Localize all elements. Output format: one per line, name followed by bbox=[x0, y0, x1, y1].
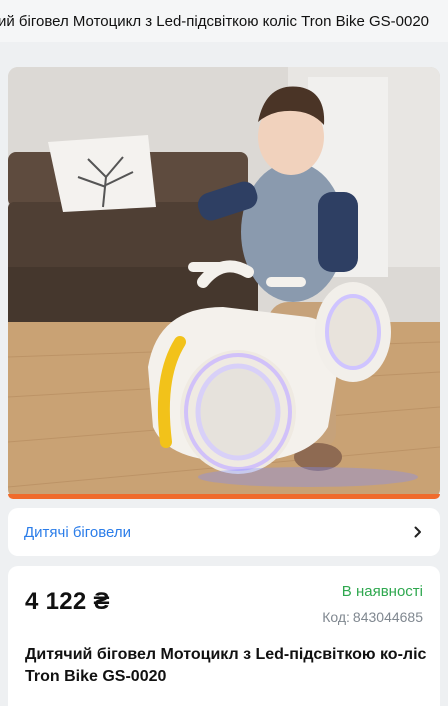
product-image[interactable] bbox=[8, 67, 440, 499]
product-photo-illustration bbox=[8, 67, 440, 499]
header-title-text: ий біговел Мотоцикл з Led-підсвіткою кол… bbox=[0, 12, 430, 30]
product-code-value: 843044685 bbox=[352, 609, 423, 625]
product-info-card: 4 122 ₴ В наявності Код: 843044685 Дитячи… bbox=[8, 566, 440, 706]
product-code-label: Код: bbox=[322, 609, 350, 625]
product-code: Код: 843044685 bbox=[322, 609, 423, 625]
category-link-row[interactable]: Дитячі біговели bbox=[8, 508, 440, 556]
category-link-label[interactable]: Дитячі біговели bbox=[24, 524, 131, 541]
page-header-title: ий біговел Мотоцикл з Led-підсвіткою кол… bbox=[0, 0, 448, 42]
product-price: 4 122 ₴ bbox=[25, 588, 110, 615]
product-title: Дитячий біговел Мотоцикл з Led-підсвітко… bbox=[25, 646, 427, 685]
chevron-right-icon bbox=[414, 526, 421, 538]
stock-status: В наявності bbox=[341, 583, 423, 600]
image-progress-bar bbox=[8, 494, 440, 499]
